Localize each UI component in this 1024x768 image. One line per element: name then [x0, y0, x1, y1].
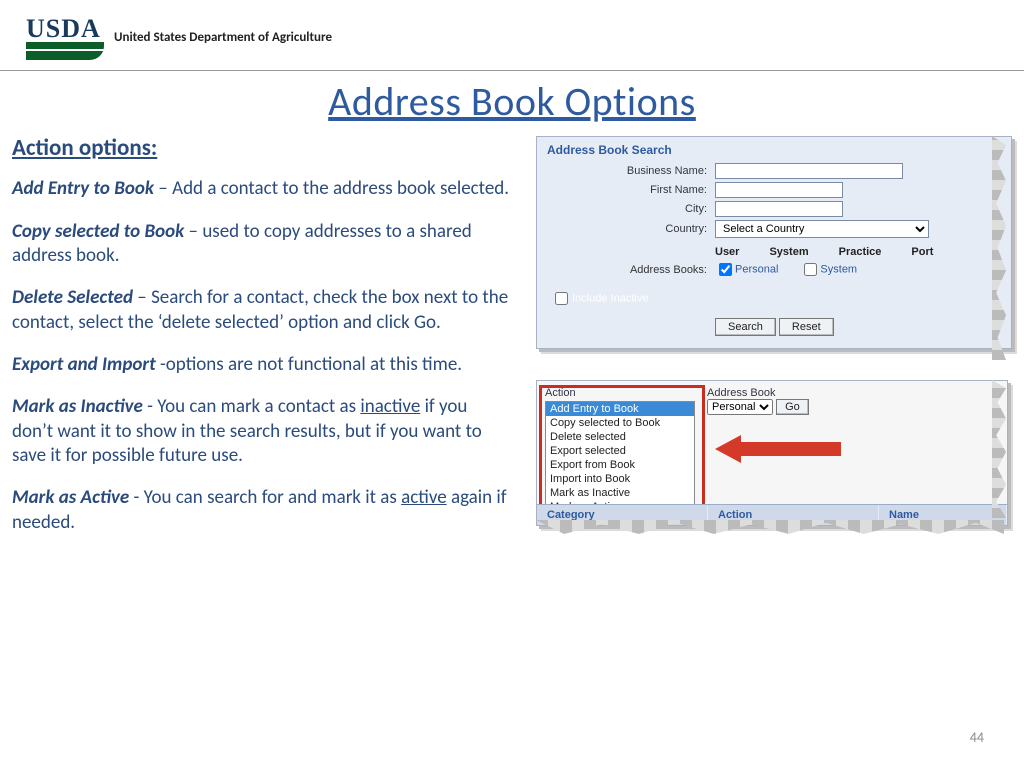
- term-export-import: Export and Import: [12, 353, 160, 376]
- checkbox-personal[interactable]: [719, 263, 732, 276]
- address-books-header-row: User System Practice Port: [715, 246, 1001, 258]
- term-copy: Copy selected to Book: [12, 220, 184, 243]
- usda-logo: USDA United States Department of Agricul…: [26, 14, 332, 60]
- first-name-input[interactable]: [715, 182, 843, 198]
- para-delete: Delete Selected – Search for a contact, …: [12, 286, 512, 335]
- para-copy: Copy selected to Book – used to copy add…: [12, 220, 512, 269]
- col-user: User: [715, 246, 739, 258]
- section-heading: Action options:: [12, 134, 512, 163]
- action-option-import[interactable]: Import into Book: [546, 472, 694, 486]
- go-button[interactable]: Go: [776, 399, 809, 415]
- agency-name: United States Department of Agriculture: [114, 30, 332, 45]
- checkbox-system[interactable]: [804, 263, 817, 276]
- search-button[interactable]: Search: [715, 318, 776, 336]
- para-mark-active: Mark as Active - You can search for and …: [12, 486, 512, 535]
- usda-swoosh-icon: [26, 42, 104, 60]
- label-business-name: Business Name:: [547, 165, 715, 177]
- word-active: active: [401, 486, 447, 509]
- country-select[interactable]: Select a Country: [715, 220, 929, 238]
- arrow-icon: [715, 435, 841, 463]
- checkbox-system-label: System: [820, 263, 857, 275]
- business-name-input[interactable]: [715, 163, 903, 179]
- page-title: Address Book Options: [0, 77, 1024, 126]
- action-dropdown[interactable]: Add Entry to Book Copy selected to Book …: [545, 401, 695, 515]
- action-option-copy[interactable]: Copy selected to Book: [546, 416, 694, 430]
- action-option-export-book[interactable]: Export from Book: [546, 458, 694, 472]
- para-export-import: Export and Import -options are not funct…: [12, 353, 512, 377]
- label-include-inactive: Include Inactive: [572, 292, 648, 304]
- label-country: Country:: [547, 223, 715, 235]
- col-practice: Practice: [839, 246, 882, 258]
- label-city: City:: [547, 203, 715, 215]
- header-divider: [0, 70, 1024, 71]
- usda-logo-text: USDA: [26, 14, 101, 44]
- action-option-delete[interactable]: Delete selected: [546, 430, 694, 444]
- slide-header: USDA United States Department of Agricul…: [0, 0, 1024, 66]
- para-add-entry: Add Entry to Book – Add a contact to the…: [12, 177, 512, 201]
- page-number: 44: [970, 729, 984, 746]
- term-delete: Delete Selected: [12, 286, 133, 309]
- reset-button[interactable]: Reset: [779, 318, 834, 336]
- screenshot-panel: Address Book Search Business Name: First…: [530, 128, 1012, 553]
- word-inactive: inactive: [360, 395, 420, 418]
- address-book-select[interactable]: Personal: [707, 399, 773, 415]
- address-book-search-form: Address Book Search Business Name: First…: [536, 136, 1012, 349]
- label-address-books: Address Books:: [547, 264, 715, 276]
- fieldset-legend: Address Book Search: [547, 143, 1001, 157]
- action-option-mark-inactive[interactable]: Mark as Inactive: [546, 486, 694, 500]
- term-mark-active: Mark as Active: [12, 486, 129, 509]
- action-option-add-entry[interactable]: Add Entry to Book: [546, 402, 694, 416]
- term-add-entry: Add Entry to Book: [12, 177, 154, 200]
- col-system: System: [769, 246, 808, 258]
- checkbox-personal-label: Personal: [735, 263, 778, 275]
- description-panel: Action options: Add Entry to Book – Add …: [12, 128, 512, 553]
- action-panel: Action Add Entry to Book Copy selected t…: [536, 380, 1008, 526]
- label-first-name: First Name:: [547, 184, 715, 196]
- action-option-export-selected[interactable]: Export selected: [546, 444, 694, 458]
- para-mark-inactive: Mark as Inactive - You can mark a contac…: [12, 395, 512, 468]
- term-mark-inactive: Mark as Inactive: [12, 395, 143, 418]
- city-input[interactable]: [715, 201, 843, 217]
- col-port: Port: [911, 246, 933, 258]
- checkbox-include-inactive[interactable]: [555, 292, 568, 305]
- label-address-book: Address Book: [707, 387, 809, 399]
